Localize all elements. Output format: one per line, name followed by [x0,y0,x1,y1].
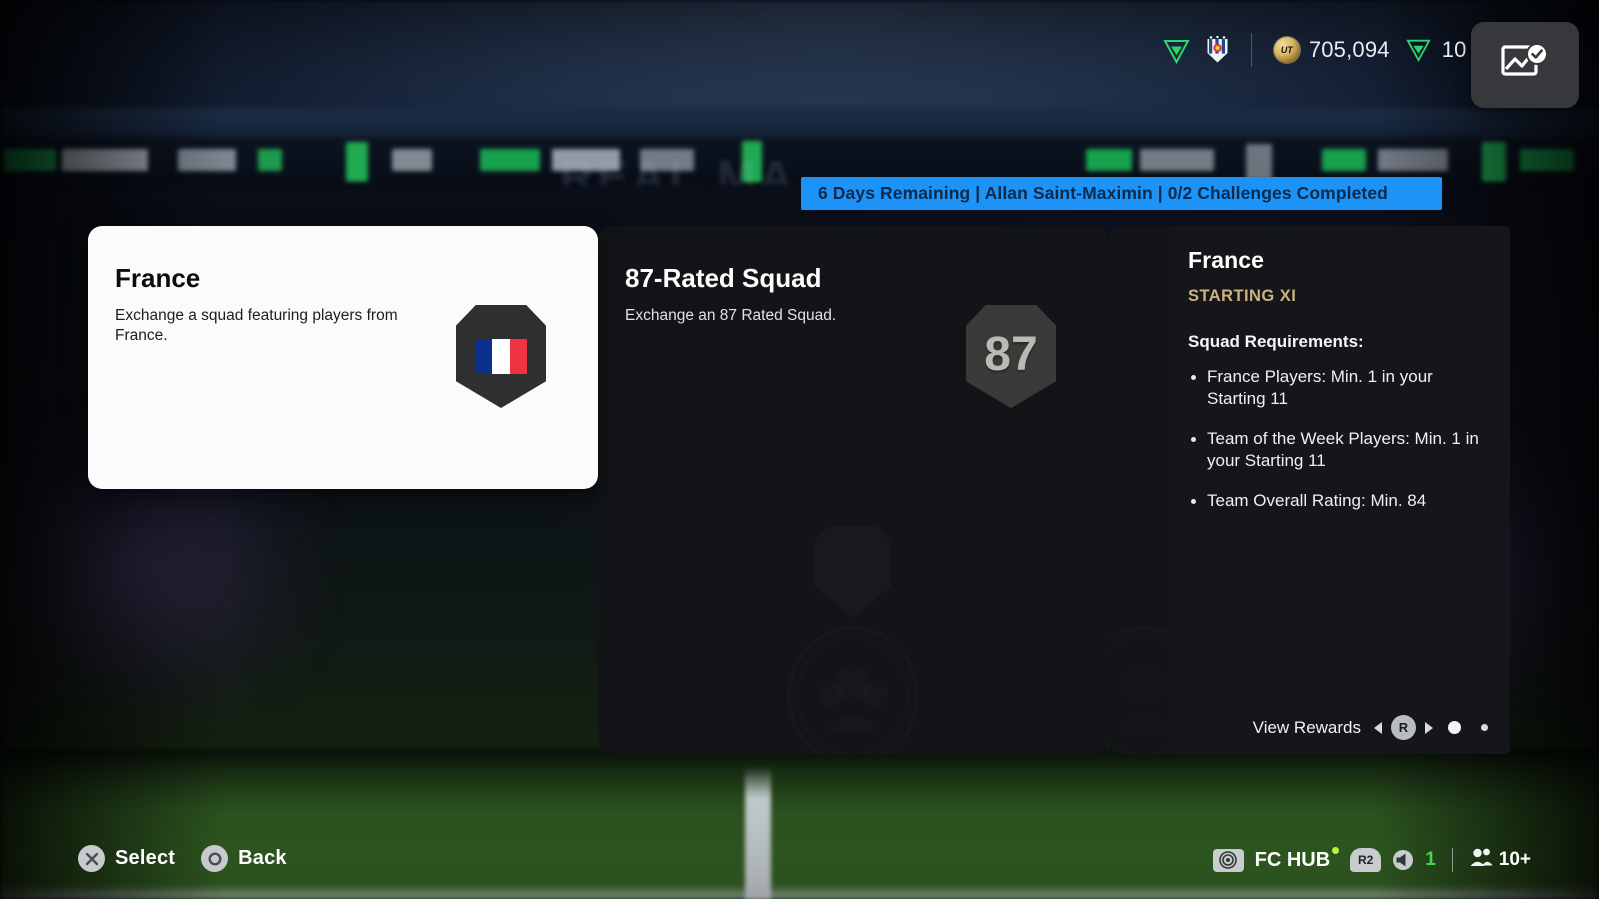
screenshot-saved-toast [1471,22,1579,108]
friends-icon [1469,847,1493,873]
fc-hub-text: FC HUB [1254,848,1331,871]
r2-trigger-label: R2 [1358,853,1374,867]
back-action[interactable]: Back [201,845,287,872]
r2-trigger-icon: R2 [1350,848,1382,872]
view-rewards-label: View Rewards [1252,717,1361,737]
select-action[interactable]: Select [78,845,175,872]
friends-indicator[interactable]: 10+ [1469,847,1531,873]
page-dot[interactable] [1481,724,1488,731]
squad-requirements-list: France Players: Min. 1 in your Starting … [1188,366,1488,512]
top-status-bar: UT 705,094 10 SP 8,750, [0,0,1599,118]
coins-value: 705,094 [1308,37,1390,62]
france-flag-icon [475,339,527,374]
bottom-divider [1451,848,1453,872]
fut-points-icon [1406,37,1433,64]
challenge-timer-banner: 6 Days Remaining | Allan Saint-Maximin |… [801,177,1442,210]
fut-points-indicator: 10 [1406,37,1467,64]
requirement-item: France Players: Min. 1 in your Starting … [1188,366,1488,411]
select-action-label: Select [115,847,176,869]
detail-subtitle: STARTING XI [1188,287,1297,305]
coin-icon-label: UT [1280,45,1293,55]
r-button[interactable]: R [1391,715,1416,740]
challenge-timer-text: 6 Days Remaining | Allan Saint-Maximin |… [818,183,1388,203]
club-crest-icon [1206,35,1229,64]
circle-button-icon [201,845,229,872]
fut-triangle-icon [1163,37,1190,64]
fc-hub-notification-dot [1332,846,1340,854]
view-rewards-row[interactable]: View Rewards R [1169,715,1488,740]
rating-shield-icon: 87 [966,305,1056,408]
requirement-item: Team of the Week Players: Min. 1 in your… [1188,428,1488,473]
fut-points-value: 10 [1441,37,1467,62]
squad-requirements-heading: Squad Requirements: [1188,332,1364,351]
cross-button-icon [78,845,105,872]
fc-hub-label[interactable]: FC HUB [1254,846,1340,872]
back-action-label: Back [238,847,287,869]
chevron-left-icon[interactable] [1374,721,1382,734]
challenge-description: Exchange a squad featuring players from … [115,306,398,345]
fc-hub-icon [1212,848,1244,872]
detail-title: France [1188,247,1265,273]
page-dot-active[interactable] [1448,721,1461,734]
challenge-card-france[interactable]: France Exchange a squad featuring player… [88,226,598,489]
friends-count: 10+ [1498,849,1531,870]
challenge-description: Exchange an 87 Rated Squad. [625,306,837,324]
france-flag-shield-icon [456,305,546,408]
rating-shield-value: 87 [984,328,1038,381]
chevron-right-icon[interactable] [1425,721,1433,734]
volume-value: 1 [1425,849,1436,870]
topbar-divider [1250,33,1252,67]
speaker-icon [1392,849,1414,871]
screenshot-saved-icon [1501,42,1549,89]
challenge-card-rated[interactable]: 87-Rated Squad Exchange an 87 Rated Squa… [598,226,1108,754]
challenge-title: France [115,263,201,293]
bottom-action-bar: Select Back FC HUB R2 1 10+ [0,829,1599,899]
challenge-title: 87-Rated Squad [625,263,822,293]
coin-icon: UT [1273,37,1300,63]
coins-indicator: UT 705,094 [1273,37,1390,63]
requirement-item: Team Overall Rating: Min. 84 [1188,490,1488,512]
challenge-detail-panel: France STARTING XI Squad Requirements: F… [1169,226,1510,754]
